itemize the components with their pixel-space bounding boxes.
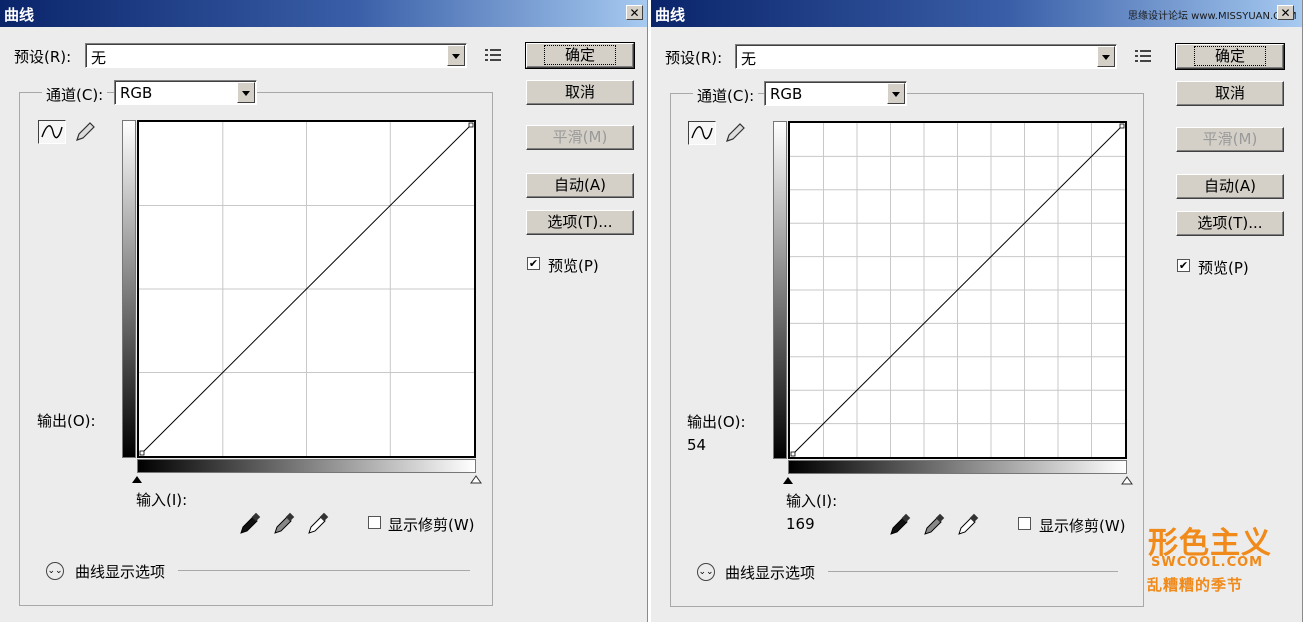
channel-label: 通道(C): xyxy=(42,84,108,105)
preview-label: 预览(P) xyxy=(1198,259,1249,277)
curve-graph[interactable] xyxy=(137,120,476,458)
black-point-slider[interactable] xyxy=(131,474,143,484)
dialog-title: 曲线 xyxy=(4,6,35,24)
white-point-slider[interactable] xyxy=(470,474,482,484)
curve-canvas[interactable] xyxy=(790,123,1125,457)
double-chevron-down-icon[interactable]: ⌄⌄ xyxy=(46,562,64,580)
preview-checkbox[interactable]: ✔ xyxy=(1177,259,1190,272)
cancel-button[interactable]: 取消 xyxy=(526,80,634,105)
channel-value: RGB xyxy=(120,84,153,102)
show-clipping-checkbox[interactable] xyxy=(368,516,381,529)
curve-endpoint[interactable] xyxy=(790,451,796,457)
chevron-down-icon[interactable] xyxy=(887,83,905,104)
title-bar[interactable]: 曲线 思缘设计论坛 www.MISSYUAN.COM ✕ xyxy=(651,0,1302,27)
channel-label: 通道(C): xyxy=(693,85,759,106)
eyedropper-gray-icon[interactable] xyxy=(922,513,946,537)
output-label: 输出(O): xyxy=(687,413,746,431)
black-point-slider[interactable] xyxy=(782,475,794,485)
preset-select[interactable]: 无 xyxy=(735,44,1117,69)
chevron-down-icon[interactable] xyxy=(1097,46,1115,67)
curve-endpoint[interactable] xyxy=(139,450,145,456)
curve-graph[interactable] xyxy=(788,121,1127,459)
curves-dialog-right: 曲线 思缘设计论坛 www.MISSYUAN.COM ✕ 预设(R): 无 确定… xyxy=(651,0,1303,622)
preset-value: 无 xyxy=(91,49,107,67)
eyedropper-black-icon[interactable] xyxy=(238,512,262,536)
divider xyxy=(828,571,1118,572)
cancel-button[interactable]: 取消 xyxy=(1176,81,1284,106)
watermark-text: 思缘设计论坛 www.MISSYUAN.COM xyxy=(1128,11,1297,22)
output-value: 54 xyxy=(687,436,707,454)
pencil-icon[interactable] xyxy=(720,121,748,145)
preset-value: 无 xyxy=(741,50,757,68)
white-point-slider[interactable] xyxy=(1121,475,1133,485)
chevron-down-icon[interactable] xyxy=(237,82,255,103)
preview-checkbox[interactable]: ✔ xyxy=(527,257,540,270)
curve-point-icon[interactable] xyxy=(688,121,716,145)
channel-value: RGB xyxy=(770,85,803,103)
curve-endpoint[interactable] xyxy=(1119,123,1125,129)
input-value: 169 xyxy=(786,515,815,533)
output-gradient-bar xyxy=(122,120,136,458)
curve-endpoint[interactable] xyxy=(468,122,474,128)
eyedropper-white-icon[interactable] xyxy=(306,512,330,536)
auto-button[interactable]: 自动(A) xyxy=(1176,174,1284,199)
smooth-button[interactable]: 平滑(M) xyxy=(526,125,634,150)
ok-button[interactable]: 确定 xyxy=(525,42,635,69)
dialog-title: 曲线 xyxy=(655,6,686,24)
auto-button[interactable]: 自动(A) xyxy=(526,173,634,198)
output-label: 输出(O): xyxy=(37,412,96,430)
chevron-down-icon[interactable] xyxy=(447,45,465,66)
preset-label: 预设(R): xyxy=(14,48,72,66)
channel-select[interactable]: RGB xyxy=(114,80,257,105)
close-icon[interactable]: ✕ xyxy=(1277,5,1294,20)
eyedropper-black-icon[interactable] xyxy=(888,513,912,537)
input-gradient-bar xyxy=(788,460,1127,474)
watermark-site: SWCOOL.COM xyxy=(1151,555,1264,570)
curve-options-label[interactable]: 曲线显示选项 xyxy=(725,562,815,583)
preset-select[interactable]: 无 xyxy=(85,43,467,68)
output-gradient-bar xyxy=(773,121,787,459)
ok-button[interactable]: 确定 xyxy=(1175,43,1285,70)
divider xyxy=(178,570,470,571)
options-button[interactable]: 选项(T)... xyxy=(1176,211,1284,236)
curve-canvas[interactable] xyxy=(139,122,474,456)
watermark-slogan: 乱糟糟的季节 xyxy=(1147,576,1244,594)
preset-label: 预设(R): xyxy=(665,49,723,67)
options-button[interactable]: 选项(T)... xyxy=(526,210,634,235)
input-gradient-bar xyxy=(137,459,476,473)
preview-label: 预览(P) xyxy=(548,257,599,275)
eyedropper-white-icon[interactable] xyxy=(956,513,980,537)
title-bar[interactable]: 曲线 ✕ xyxy=(0,0,647,27)
curve-point-icon[interactable] xyxy=(38,120,66,144)
smooth-button[interactable]: 平滑(M) xyxy=(1176,127,1284,152)
menu-list-icon[interactable] xyxy=(1135,50,1151,62)
double-chevron-down-icon[interactable]: ⌄⌄ xyxy=(697,563,715,581)
show-clipping-label: 显示修剪(W) xyxy=(1039,517,1126,535)
menu-list-icon[interactable] xyxy=(485,49,501,61)
show-clipping-checkbox[interactable] xyxy=(1018,517,1031,530)
input-label: 输入(I): xyxy=(786,492,838,510)
show-clipping-label: 显示修剪(W) xyxy=(388,516,475,534)
input-label: 输入(I): xyxy=(136,491,188,509)
eyedropper-gray-icon[interactable] xyxy=(272,512,296,536)
curve-options-label[interactable]: 曲线显示选项 xyxy=(75,561,165,582)
close-icon[interactable]: ✕ xyxy=(626,5,643,20)
channel-select[interactable]: RGB xyxy=(764,81,907,106)
curves-dialog-left: 曲线 ✕ 预设(R): 无 确定 取消 平滑(M) 自动(A) 选项(T)...… xyxy=(0,0,648,622)
pencil-icon[interactable] xyxy=(70,120,98,144)
